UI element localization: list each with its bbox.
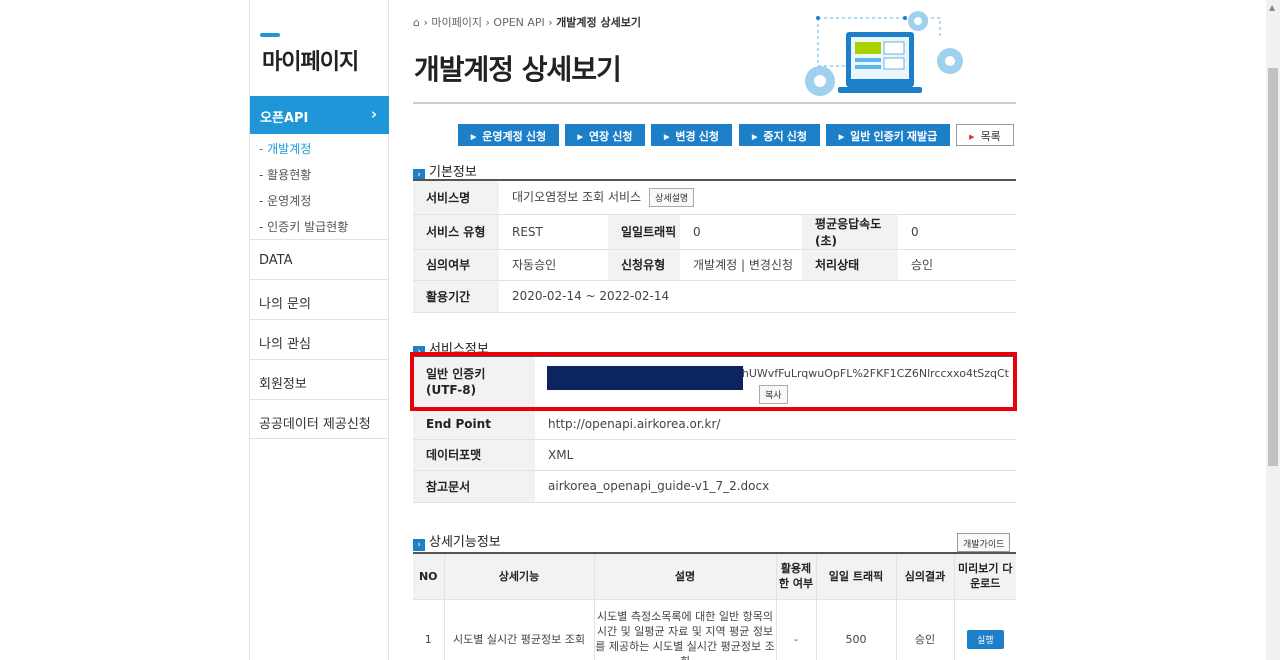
sidebar-title: 마이페이지 xyxy=(262,50,359,75)
scroll-up-icon[interactable]: ▲ xyxy=(1269,3,1275,12)
service-name-cell: 대기오염정보 조회 서비스 상세설명 xyxy=(499,180,1016,215)
page: 마이페이지 오픈API › - 개발계정 - 활용현황 - 운영계정 - 인증키… xyxy=(0,0,1280,660)
sidebar-item-my-inquiry[interactable]: 나의 문의 xyxy=(250,279,389,319)
stop-button[interactable]: ▶ 중지 신청 xyxy=(739,124,820,146)
table-row: 서비스명 대기오염정보 조회 서비스 상세설명 xyxy=(413,180,1016,215)
table-row: 서비스 유형 REST 일일트래픽 0 평균응답속도(초) 0 xyxy=(413,214,1016,250)
computer-gears-illustration xyxy=(805,11,963,96)
sidebar-sub-usage[interactable]: - 활용현황 xyxy=(259,166,311,183)
column-header: 설명 xyxy=(593,553,776,600)
breadcrumb-current: 개발계정 상세보기 xyxy=(556,16,641,29)
table-row: End Point http://openapi.airkorea.or.kr/ xyxy=(413,408,1016,440)
column-header: 미리보기 다운로드 xyxy=(953,553,1016,600)
column-header: NO xyxy=(413,553,444,600)
endpoint-label: End Point xyxy=(413,408,535,440)
service-info-table: 일반 인증키 (UTF-8) 31ihUWvfFuLrqwuOpFL%2FKF1C… xyxy=(413,355,1016,503)
table-row: 1 시도별 실시간 평균정보 조회 시도별 측정소목록에 대한 일반 항목의 시… xyxy=(413,599,1016,660)
avg-response-value: 0 xyxy=(898,214,1016,250)
sidebar-item-my-interest[interactable]: 나의 관심 xyxy=(250,319,389,359)
scrollbar-thumb[interactable] xyxy=(1268,68,1278,466)
table-row: 일반 인증키 (UTF-8) 31ihUWvfFuLrqwuOpFL%2FKF1C… xyxy=(413,356,1016,409)
row-number: 1 xyxy=(413,599,444,660)
change-button[interactable]: ▶ 변경 신청 xyxy=(651,124,732,146)
traffic-value: 500 xyxy=(815,599,896,660)
period-label: 활용기간 xyxy=(413,280,499,313)
triangle-right-icon: ▶ xyxy=(838,134,845,141)
service-type-value: REST xyxy=(499,214,608,250)
table-row: 참고문서 airkorea_openapi_guide-v1_7_2.docx xyxy=(413,470,1016,503)
breadcrumb-item[interactable]: OPEN API xyxy=(493,16,544,29)
chevron-right-icon: › xyxy=(413,539,425,551)
process-status-label: 처리상태 xyxy=(802,249,898,281)
sidebar-item-member-info[interactable]: 회원정보 xyxy=(250,359,389,399)
sidebar-item-data[interactable]: DATA xyxy=(250,239,389,279)
copy-button[interactable]: 복사 xyxy=(759,385,788,404)
triangle-right-icon: ▶ xyxy=(752,134,758,141)
chevron-right-icon: › xyxy=(370,105,377,123)
reissue-key-button[interactable]: ▶ 일반 인증키 재발급 xyxy=(826,124,950,146)
breadcrumb-item[interactable]: 마이페이지 xyxy=(431,16,482,29)
limit-value: - xyxy=(775,599,816,660)
table-row: 심의여부 자동승인 신청유형 개발계정 | 변경신청 처리상태 승인 xyxy=(413,249,1016,281)
data-format-label: 데이터포맷 xyxy=(413,439,535,471)
request-type-value: 개발계정 | 변경신청 xyxy=(680,249,802,281)
basic-info-table: 서비스명 대기오염정보 조회 서비스 상세설명 서비스 유형 REST 일일트래픽… xyxy=(413,179,1016,313)
dev-guide-button[interactable]: 개발가이드 xyxy=(957,533,1011,552)
process-status-value: 승인 xyxy=(898,249,1016,281)
column-header: 상세기능 xyxy=(443,553,594,600)
column-header: 심의결과 xyxy=(895,553,954,600)
endpoint-value: http://openapi.airkorea.or.kr/ xyxy=(535,408,1016,440)
avg-response-label: 평균응답속도(초) xyxy=(802,214,898,250)
reference-doc-label: 참고문서 xyxy=(413,470,535,503)
service-name-value: 대기오염정보 조회 서비스 xyxy=(512,189,642,204)
breadcrumb: ⌂ › 마이페이지 › OPEN API › 개발계정 상세보기 xyxy=(413,16,641,29)
preview-cell: 실행 xyxy=(953,599,1016,660)
extend-button[interactable]: ▶ 연장 신청 xyxy=(565,124,645,146)
data-format-value: XML xyxy=(535,439,1016,471)
list-button[interactable]: ▶ 목록 xyxy=(956,124,1014,146)
page-title: 개발계정 상세보기 xyxy=(414,53,622,86)
auth-key-cell: 31ihUWvfFuLrqwuOpFL%2FKF1CZ6Nlrccxxo4tSz… xyxy=(535,356,1016,409)
sidebar-sub-operate-account[interactable]: - 운영계정 xyxy=(259,192,311,209)
review-label: 심의여부 xyxy=(413,249,499,281)
vertical-scrollbar[interactable]: ▲ xyxy=(1266,0,1280,660)
sidebar-sub-dev-account[interactable]: - 개발계정 xyxy=(259,140,311,157)
detail-function-table: NO 상세기능 설명 활용제 한 여부 일일 트래픽 심의결과 미리보기 다운로… xyxy=(413,552,1016,660)
triangle-right-icon: ▶ xyxy=(969,134,975,141)
daily-traffic-label: 일일트래픽 xyxy=(608,214,680,250)
redaction-block xyxy=(547,366,743,390)
reference-doc-link[interactable]: airkorea_openapi_guide-v1_7_2.docx xyxy=(535,470,1016,503)
detail-info-heading: › 상세기능정보 xyxy=(413,531,501,551)
triangle-right-icon: ▶ xyxy=(470,134,477,141)
review-result: 승인 xyxy=(895,599,954,660)
feature-name: 시도별 실시간 평균정보 조회 xyxy=(443,599,594,660)
triangle-right-icon: ▶ xyxy=(577,134,583,141)
home-icon[interactable]: ⌂ xyxy=(413,16,420,29)
sidebar-sub-key-issue[interactable]: - 인증키 발급현황 xyxy=(259,218,348,235)
daily-traffic-value: 0 xyxy=(680,214,802,250)
apply-operate-button[interactable]: ▶ 운영계정 신청 xyxy=(458,124,559,146)
table-row: 활용기간 2020-02-14 ~ 2022-02-14 xyxy=(413,280,1016,313)
auth-key-label: 일반 인증키 (UTF-8) xyxy=(413,356,535,409)
table-header-row: NO 상세기능 설명 활용제 한 여부 일일 트래픽 심의결과 미리보기 다운로… xyxy=(413,553,1016,600)
sidebar: 마이페이지 오픈API › - 개발계정 - 활용현황 - 운영계정 - 인증키… xyxy=(249,0,389,660)
column-header: 일일 트래픽 xyxy=(815,553,896,600)
review-value: 자동승인 xyxy=(499,249,608,281)
sidebar-item-label: 오픈API xyxy=(260,111,309,126)
service-name-label: 서비스명 xyxy=(413,180,499,215)
detail-description-button[interactable]: 상세설명 xyxy=(649,187,695,207)
run-button[interactable]: 실행 xyxy=(966,629,1004,649)
title-divider xyxy=(413,102,1016,104)
triangle-right-icon: ▶ xyxy=(664,134,670,141)
sidebar-item-open-api[interactable]: 오픈API › xyxy=(250,96,389,134)
service-type-label: 서비스 유형 xyxy=(413,214,499,250)
period-value: 2020-02-14 ~ 2022-02-14 xyxy=(499,280,1016,313)
column-header: 활용제 한 여부 xyxy=(775,553,816,600)
basic-info-heading: › 기본정보 xyxy=(413,161,477,181)
table-row: 데이터포맷 XML xyxy=(413,439,1016,471)
request-type-label: 신청유형 xyxy=(608,249,680,281)
sidebar-accent-bar xyxy=(260,33,280,37)
feature-description: 시도별 측정소목록에 대한 일반 항목의 시간 및 일평균 자료 및 지역 평균… xyxy=(593,599,776,660)
sidebar-item-data-request[interactable]: 공공데이터 제공신청 xyxy=(250,399,389,439)
